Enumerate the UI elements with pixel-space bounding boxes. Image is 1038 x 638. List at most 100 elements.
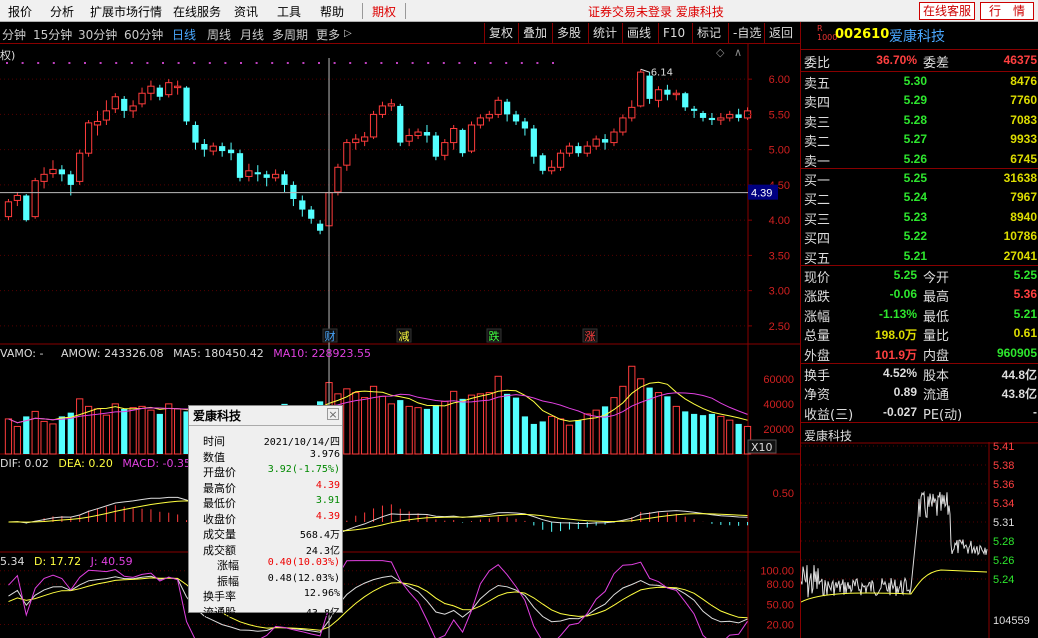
tool-remove-favorite[interactable]: -自选 [728,23,765,43]
tooltip-value: 568.4万 [299,530,340,541]
menu-analysis[interactable]: 分析 [50,3,74,20]
candle-body [672,92,680,96]
volume-bar [494,375,502,455]
volume-bar [343,388,351,455]
menu-separator [362,3,363,19]
event-dot [21,62,24,64]
event-marker[interactable]: 跌 [489,329,500,343]
tooltip-row: 振幅 0.48(12.03%) [189,572,344,588]
period-multi[interactable]: 多周期 [272,26,308,43]
candle-body [192,124,199,143]
kdj-d: D: 17.72 [34,555,82,568]
tool-statistics[interactable]: 统计 [588,23,621,43]
volume-bar [672,405,680,455]
tooltip-row: 时间 2021/10/14/四 [189,432,344,448]
candle-body [67,174,74,185]
candle-body [575,146,582,154]
event-dot [396,62,398,64]
tool-back[interactable]: 返回 [764,23,797,43]
volume-tick-label: 60000 [763,374,794,386]
event-dot [411,62,414,64]
volume-bar [467,394,476,455]
level-label: 买四 [804,232,831,248]
event-marker[interactable]: 涨 [585,330,596,343]
menu-quote[interactable]: 报价 [8,3,32,20]
volume-bar [459,398,466,454]
sell-level-row: 卖一 5.26 6745 [801,150,1038,170]
quote-button[interactable]: 行 情 [980,2,1034,20]
tool-f10[interactable]: F10 [658,23,689,43]
stat-value: -0.027 [882,404,917,419]
volume-tick-label: 20000 [763,424,794,436]
mini-tick-label: 5.31 [993,517,1014,529]
tool-adjust[interactable]: 复权 [484,23,517,43]
event-dot [333,62,336,64]
candle-body [619,117,627,133]
stock-name: 爱康科技 [889,29,945,45]
period-15min[interactable]: 15分钟 [33,26,72,43]
event-dot [364,62,367,64]
online-service-button[interactable]: 在线客服 [919,2,975,20]
close-icon[interactable]: × [327,408,339,420]
event-dot [318,62,320,64]
period-1min[interactable]: 分钟 [2,26,26,43]
volume-bar [361,397,369,455]
kline-chart[interactable]: 6.005.505.004.504.003.503.002.5060000400… [0,44,800,638]
event-dot [349,62,352,64]
tool-overlay[interactable]: 叠加 [518,23,551,43]
candle-body [441,142,449,156]
level-label: 买三 [804,212,831,228]
volume-bar [699,415,707,454]
tool-multi-stock[interactable]: 多股 [552,23,585,43]
volume-bar [147,409,155,455]
menu-options[interactable]: 期权 [372,3,396,20]
period-30min[interactable]: 30分钟 [78,26,117,43]
stat-label: 涨幅 [804,309,831,325]
volume-bar [49,423,57,455]
period-60min[interactable]: 60分钟 [124,26,163,43]
quote-panel: R 1000 002610 爱康科技 委比 36.70% 委差 46375 卖五… [800,22,1038,638]
menu-extended-market[interactable]: 扩展市场行情 [90,3,162,20]
tool-mark[interactable]: 标记 [692,23,725,43]
stat-value: - [1033,404,1037,419]
intraday-chart[interactable]: 5.415.385.365.345.315.285.265.2410455978… [801,442,1038,638]
period-weekly[interactable]: 周线 [207,26,231,43]
menu-online-service[interactable]: 在线服务 [173,3,221,20]
tooltip-row: 换手率 12.96% [189,587,344,603]
candle-body [601,139,609,143]
period-daily[interactable]: 日线 [172,26,196,43]
volume-bar [548,415,556,455]
tooltip-value: 4.39 [315,510,340,522]
volume-bar [485,392,493,455]
event-dot [146,62,149,64]
tooltip-value: 3.91 [315,495,340,506]
candle-body [138,92,146,105]
menu-help[interactable]: 帮助 [320,3,344,20]
level-price: 5.23 [903,209,927,224]
candle-body [539,155,546,171]
tooltip-title: 爱康科技 [189,406,342,426]
candle-body [512,114,520,122]
candle-body [450,128,458,144]
stat-value: 101.9万 [874,347,917,362]
period-more[interactable]: 更多 [316,26,340,43]
volume-bar [129,407,137,455]
mini-tick-label: 5.36 [993,479,1014,491]
candle-body [236,153,244,178]
event-marker[interactable]: 财 [325,329,336,343]
menu-tools[interactable]: 工具 [277,3,301,20]
stat-value: -1.13% [878,306,917,321]
volume-bar [423,408,431,454]
more-arrow-icon[interactable]: ▷ [344,28,352,39]
volume-bar [575,420,582,454]
menu-news[interactable]: 资讯 [234,3,258,20]
volume-indicator-header: VAMO: - AMOW: 243326.08 MA5: 180450.42 M… [0,347,371,360]
period-monthly[interactable]: 月线 [240,26,264,43]
tool-draw-line[interactable]: 画线 [622,23,655,43]
quote-header: R 1000 002610 爱康科技 [801,22,1038,50]
event-marker[interactable]: 减 [399,330,410,343]
chart-diamond-icon[interactable]: ◇ [716,46,724,59]
volume-bar [512,397,520,454]
chart-collapse-icon[interactable]: ∧ [734,46,742,59]
tooltip-key: 流通股 [203,605,236,619]
